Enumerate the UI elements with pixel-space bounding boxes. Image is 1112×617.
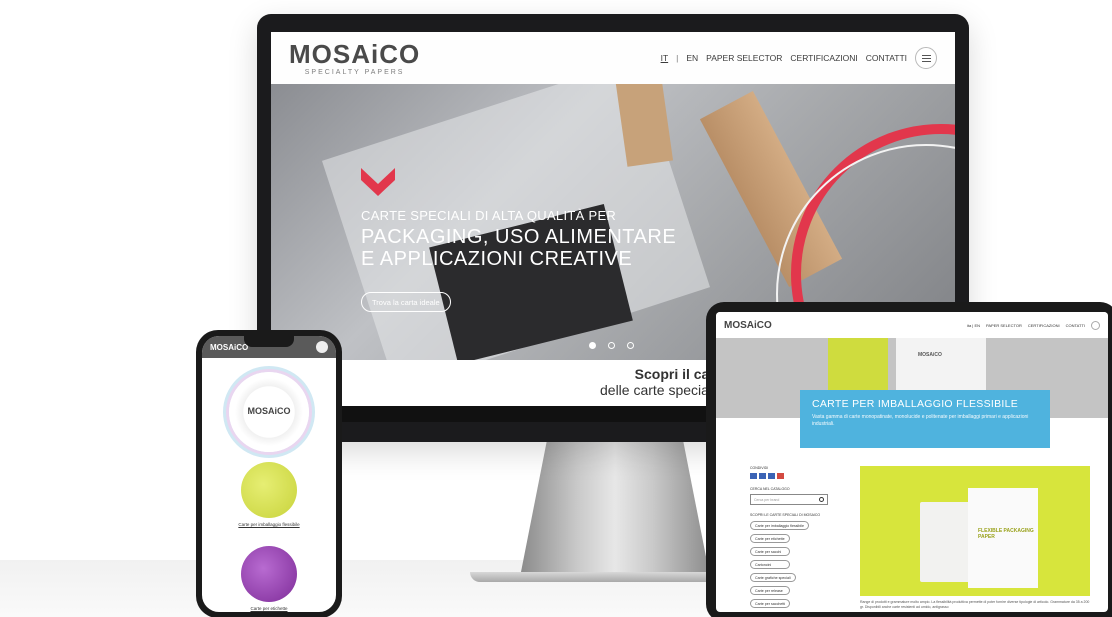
site-header: MOSAiCO SPECIALTY PAPERS IT | EN PAPER S… <box>271 32 955 84</box>
main-nav: IT | EN PAPER SELECTOR CERTIFICAZIONI CO… <box>661 47 937 69</box>
twitter-icon[interactable] <box>759 473 766 479</box>
hero-title-line1: PACKAGING, USO ALIMENTARE <box>361 226 677 248</box>
linkedin-icon[interactable] <box>768 473 775 479</box>
phone-screen: MOSAiCO MOSAiCO Carte per imballaggio fl… <box>202 336 336 612</box>
search-label: CERCA NEL CATALOGO <box>750 487 790 491</box>
search-icon[interactable] <box>819 497 824 502</box>
monitor-stand <box>520 442 710 577</box>
slider-dot-2[interactable] <box>608 342 615 349</box>
product-paragraph: Range di prodotti e grammature molto amp… <box>860 600 1090 609</box>
product-bag-text: FLEXIBLE PACKAGING PAPER <box>978 528 1034 540</box>
sidebar-pill[interactable]: Carte per etichette <box>750 534 790 543</box>
email-icon[interactable] <box>777 473 784 479</box>
tablet-nav-contatti[interactable]: CONTATTI <box>1066 323 1085 328</box>
caption-flexible-packaging[interactable]: Carte per imballaggio flessibile <box>202 522 336 527</box>
category-title: CARTE PER IMBALLAGGIO FLESSIBILE <box>812 398 1019 410</box>
phone-menu-button[interactable] <box>316 341 328 353</box>
nav-certificazioni[interactable]: CERTIFICAZIONI <box>790 53 857 63</box>
product-bag: FLEXIBLE PACKAGING PAPER <box>968 488 1038 588</box>
tablet-nav-certificazioni[interactable]: CERTIFICAZIONI <box>1028 323 1060 328</box>
phone-device: MOSAiCO MOSAiCO Carte per imballaggio fl… <box>196 330 342 617</box>
logo-subtitle: SPECIALTY PAPERS <box>304 68 405 76</box>
menu-icon <box>921 57 931 59</box>
product-pouch <box>920 502 972 582</box>
catalog-search-input[interactable]: Cerca per brand <box>750 494 828 505</box>
facebook-icon[interactable] <box>750 473 757 479</box>
lang-it-link[interactable]: IT <box>661 53 669 63</box>
sidebar-pill[interactable]: Carte per sacchi <box>750 547 790 556</box>
tablet-hero-bag-logo: MOSAiCO <box>918 352 942 358</box>
tablet-sidebar: CONDIVIDI CERCA NEL CATALOGO Cerca per b… <box>750 466 828 612</box>
slider-dot-3[interactable] <box>627 342 634 349</box>
hero-title: PACKAGING, USO ALIMENTARE E APPLICAZIONI… <box>361 226 691 270</box>
caption-labels[interactable]: Carte per etichette <box>202 606 336 611</box>
slider-dot-1[interactable] <box>589 342 596 349</box>
sidebar-pill[interactable]: Carte per sacchetti <box>750 599 791 608</box>
category-banner: CARTE PER IMBALLAGGIO FLESSIBILE Vasta g… <box>800 390 1050 448</box>
nav-contatti[interactable]: CONTATTI <box>866 53 907 63</box>
phone-logo-badge: MOSAiCO <box>229 372 309 452</box>
tablet-device: MOSAiCO ita | EN PAPER SELECTOR CERTIFIC… <box>706 302 1112 617</box>
sidebar-pill[interactable]: Carte per release <box>750 586 790 595</box>
lang-en-link[interactable]: EN <box>686 53 698 63</box>
lang-separator: | <box>676 53 679 63</box>
tablet-lang[interactable]: ita | EN <box>967 323 980 328</box>
tablet-nav: ita | EN PAPER SELECTOR CERTIFICAZIONI C… <box>967 320 1100 330</box>
sidebar-pill[interactable]: Carte per imballaggio flessibile <box>750 521 809 530</box>
hero-title-line2: E APPLICAZIONI CREATIVE <box>361 248 633 270</box>
category-description: Vasta gamma di carte monopatinate, monol… <box>812 414 1029 427</box>
slider-dots <box>589 342 634 349</box>
labels-image[interactable] <box>241 546 297 602</box>
share-label: CONDIVIDI <box>750 466 769 470</box>
nav-paper-selector[interactable]: PAPER SELECTOR <box>706 53 782 63</box>
phone-logo-center: MOSAiCO <box>247 406 291 416</box>
flexible-packaging-image[interactable] <box>241 462 297 518</box>
logo-text: MOSAiCO <box>289 38 421 69</box>
tablet-logo[interactable]: MOSAiCO <box>724 320 772 331</box>
find-paper-button[interactable]: Trova la carta ideale <box>361 292 451 312</box>
tablet-menu-button[interactable] <box>1091 320 1100 330</box>
sidebar-pill[interactable]: Cartoncini <box>750 560 790 569</box>
phone-notch <box>244 336 294 347</box>
discover-label: SCOPRI LE CARTE SPECIALI DI MOSAICO <box>750 513 821 517</box>
hamburger-menu-button[interactable] <box>915 47 937 69</box>
hero-subtitle: CARTE SPECIALI DI ALTA QUALITÀ PER <box>361 208 617 223</box>
tablet-header: MOSAiCO ita | EN PAPER SELECTOR CERTIFIC… <box>716 312 1108 338</box>
chevron-logo-icon <box>361 168 395 196</box>
tablet-hero-bag <box>828 338 888 398</box>
phone-logo[interactable]: MOSAiCO <box>210 343 248 352</box>
sidebar-pill[interactable]: Carte grafiche speciali <box>750 573 796 582</box>
tablet-screen: MOSAiCO ita | EN PAPER SELECTOR CERTIFIC… <box>716 312 1108 612</box>
search-placeholder: Cerca per brand <box>754 497 780 502</box>
tablet-nav-paper-selector[interactable]: PAPER SELECTOR <box>986 323 1022 328</box>
product-image: FLEXIBLE PACKAGING PAPER <box>860 466 1090 596</box>
mockup-stage: CARTE SPECIALI DI ALTA QUALITÀ PER PACKA… <box>0 0 1112 617</box>
site-logo[interactable]: MOSAiCO SPECIALTY PAPERS <box>289 41 420 76</box>
share-buttons <box>750 473 828 479</box>
